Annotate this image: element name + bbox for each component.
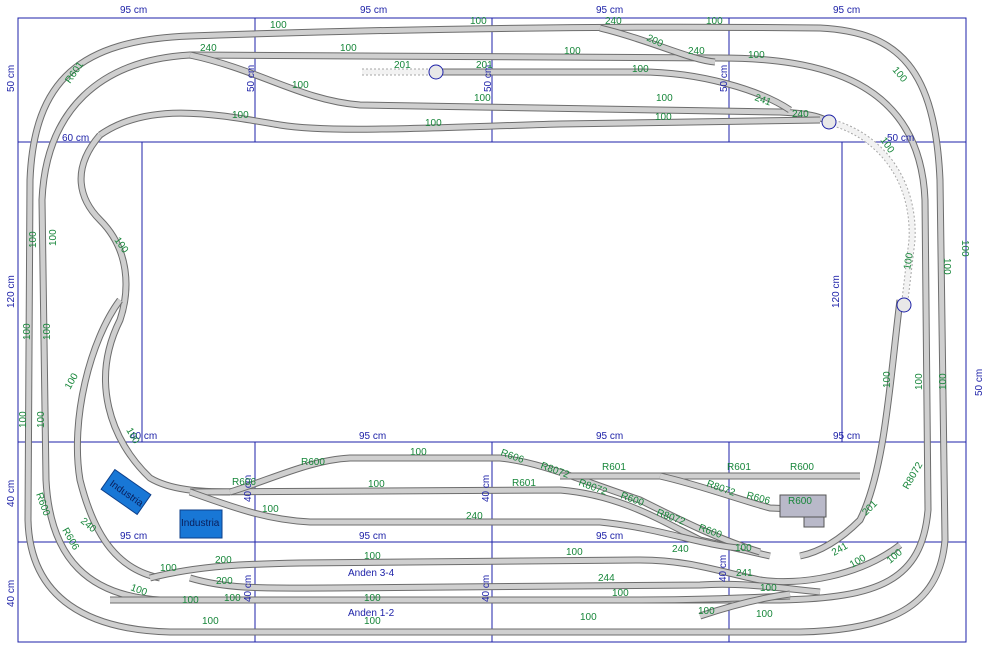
track-label: R600 <box>790 462 814 473</box>
track-label: 100 <box>941 258 952 275</box>
track-label: 200 <box>215 555 232 566</box>
track-label: 100 <box>262 504 279 515</box>
track-label: 240 <box>672 544 689 555</box>
track-label: 240 <box>466 511 483 522</box>
dim-inner-5: 60 cm <box>62 133 89 144</box>
track-label: R8072 <box>901 460 925 491</box>
track-label: 100 <box>748 50 765 61</box>
track-label: 100 <box>232 110 249 121</box>
track-label: 100 <box>914 373 925 390</box>
track-label: 100 <box>902 252 916 271</box>
track-label: 100 <box>564 46 581 57</box>
track-label: R600 <box>301 457 325 468</box>
dim-top-2: 95 cm <box>360 5 387 16</box>
track-label: 100 <box>890 65 909 85</box>
track-label: 100 <box>938 373 949 390</box>
track-label: 100 <box>656 93 673 104</box>
dim-inner-17: 40 cm <box>718 555 729 582</box>
track-label: 100 <box>18 411 29 428</box>
track-label: 100 <box>706 16 723 27</box>
track-label: 244 <box>598 573 615 584</box>
track-label: 100 <box>655 112 672 123</box>
track-label: 100 <box>756 609 773 620</box>
track-label: 100 <box>368 479 385 490</box>
buffer-stop-side <box>896 297 912 313</box>
buffer-stop-right <box>821 114 837 130</box>
track-label: 100 <box>270 20 287 31</box>
track-label: 100 <box>364 551 381 562</box>
track-label: 100 <box>202 616 219 627</box>
dim-inner-3: 50 cm <box>719 65 730 92</box>
track-label: 100 <box>566 547 583 558</box>
track-label: 100 <box>22 323 33 340</box>
buffer-stop-upper <box>428 64 444 80</box>
track-label: 100 <box>959 240 970 257</box>
track-label: 100 <box>612 588 629 599</box>
track-label: 100 <box>292 80 309 91</box>
track-label: 100 <box>470 16 487 27</box>
track-label: 100 <box>224 593 241 604</box>
dim-inner-1: 50 cm <box>246 65 257 92</box>
platform-label-3-4: Anden 3-4 <box>348 568 395 579</box>
track-label: R606 <box>232 477 256 488</box>
track-label: 100 <box>425 118 442 129</box>
track-label: 100 <box>698 606 715 617</box>
track-label: 100 <box>474 93 491 104</box>
dim-inner-16: 40 cm <box>481 575 492 602</box>
track-label: R600 <box>788 496 812 507</box>
track-label: 100 <box>63 371 81 391</box>
track-label: 100 <box>364 616 381 627</box>
track-label: 240 <box>605 16 622 27</box>
dim-inner-15: 40 cm <box>243 575 254 602</box>
track-label: 100 <box>340 43 357 54</box>
track-label: R601 <box>727 462 751 473</box>
track-label: 100 <box>28 231 39 248</box>
track-label: 100 <box>364 593 381 604</box>
track-label: 100 <box>160 563 177 574</box>
track-label: 100 <box>882 371 893 388</box>
dim-left-4: 40 cm <box>6 580 17 607</box>
track-label: 240 <box>792 109 809 120</box>
track-label: 201 <box>394 60 411 71</box>
dim-left-1: 50 cm <box>6 65 17 92</box>
track-label: 200 <box>216 576 233 587</box>
dim-right: 50 cm <box>974 369 985 396</box>
track-label: 240 <box>200 43 217 54</box>
dim-top-1: 95 cm <box>120 5 147 16</box>
track-label: R601 <box>602 462 626 473</box>
track-label: 100 <box>182 595 199 606</box>
track-label: 240 <box>688 46 705 57</box>
track-label: 241 <box>753 92 773 108</box>
dim-top-3: 95 cm <box>596 5 623 16</box>
track-label: 100 <box>36 411 47 428</box>
track-label: 241 <box>736 568 753 579</box>
track-label: R8072 <box>539 460 571 481</box>
track-label: 201 <box>476 60 493 71</box>
track-label: 100 <box>632 64 649 75</box>
dim-top-4: 95 cm <box>833 5 860 16</box>
dim-inner-8: 95 cm <box>596 431 623 442</box>
dim-inner-12: 95 cm <box>596 531 623 542</box>
track-label: 100 <box>410 447 427 458</box>
track-label: 100 <box>580 612 597 623</box>
dim-inner-11: 95 cm <box>359 531 386 542</box>
track-label: 100 <box>735 543 752 554</box>
dim-inner-9: 95 cm <box>833 431 860 442</box>
dim-inner-10: 95 cm <box>120 531 147 542</box>
track-label: R601 <box>512 478 536 489</box>
track-label: R606 <box>499 447 526 466</box>
track-plan: Industria Industria 95 cm 95 cm 95 cm 95… <box>6 5 985 643</box>
dim-inner-7: 95 cm <box>359 431 386 442</box>
track-label: 100 <box>760 583 777 594</box>
track-label: 100 <box>48 229 59 246</box>
industry-label-right: Industria <box>181 518 220 529</box>
dim-left-3: 40 cm <box>6 480 17 507</box>
track-label: 100 <box>42 323 53 340</box>
dim-left-2: 120 cm <box>6 275 17 308</box>
dim-inner-14: 40 cm <box>481 475 492 502</box>
dim-inner-6: 120 cm <box>831 275 842 308</box>
